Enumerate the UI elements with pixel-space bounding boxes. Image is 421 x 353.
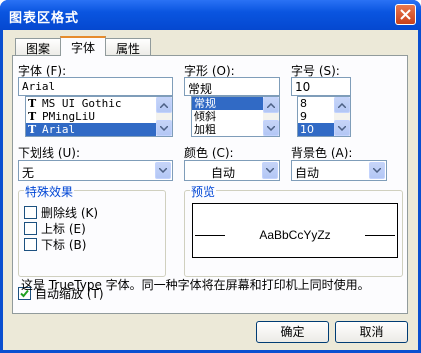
subscript-checkbox[interactable]: 下标 (B) [24, 236, 86, 253]
color-select[interactable]: 自动 [184, 160, 280, 181]
tab-patterns[interactable]: 图案 [15, 38, 62, 56]
chevron-up-icon [267, 102, 275, 108]
list-item[interactable]: T PMingLiU [26, 110, 172, 123]
style-input[interactable]: 常规 [184, 77, 280, 96]
scroll-up-button[interactable] [334, 97, 350, 113]
preview-line [365, 235, 395, 236]
scrollbar[interactable] [263, 97, 279, 136]
effects-group-title: 特殊效果 [24, 183, 75, 200]
dialog-client: 图案 字体 属性 字体 (F): Arial T MS UI Gothic T PM… [3, 30, 418, 350]
preview-group: 预览 AaBbCcYyZz [184, 183, 403, 277]
chevron-down-icon [338, 125, 346, 131]
underline-value: 无 [22, 166, 35, 180]
chevron-down-icon [266, 168, 274, 173]
dropdown-button[interactable] [369, 162, 385, 179]
truetype-icon: T [28, 123, 37, 136]
scroll-up-button[interactable] [156, 97, 172, 113]
list-item[interactable]: T MS UI Gothic [26, 97, 172, 110]
effects-group: 特殊效果 删除线 (K) 上标 (E) 下标 (B) [18, 183, 166, 277]
preview-group-title: 预览 [190, 183, 217, 200]
color-label: 颜色 (C): [184, 146, 234, 160]
background-label: 背景色 (A): [291, 146, 353, 160]
cancel-button[interactable]: 取消 [335, 321, 408, 343]
size-input[interactable]: 10 [291, 77, 351, 96]
scroll-up-button[interactable] [263, 97, 279, 113]
scrollbar[interactable] [156, 97, 172, 136]
checkbox-box[interactable] [24, 206, 37, 219]
truetype-icon: T [28, 110, 37, 123]
color-value: 自动 [210, 166, 235, 180]
tab-strip: 图案 字体 属性 [15, 36, 152, 56]
close-icon [400, 9, 411, 20]
tab-properties[interactable]: 属性 [105, 38, 152, 56]
font-input[interactable]: Arial [18, 77, 173, 96]
chevron-down-icon [160, 125, 168, 131]
scroll-down-button[interactable] [156, 120, 172, 136]
list-item-selected[interactable]: T Arial [26, 123, 172, 136]
chevron-down-icon [373, 168, 381, 173]
dialog-title: 图表区格式 [9, 11, 80, 26]
checkbox-box[interactable] [24, 238, 37, 251]
background-value: 自动 [295, 166, 320, 180]
dropdown-button[interactable] [155, 162, 171, 179]
title-bar[interactable]: 图表区格式 [0, 0, 421, 30]
background-select[interactable]: 自动 [291, 160, 387, 181]
chevron-up-icon [160, 102, 168, 108]
scrollbar[interactable] [334, 97, 350, 136]
ok-button[interactable]: 确定 [256, 321, 329, 343]
font-info-text: 这是 TrueType 字体。同一种字体将在屏幕和打印机上同时使用。 [21, 278, 370, 292]
tab-font[interactable]: 字体 [60, 36, 107, 56]
underline-select[interactable]: 无 [18, 160, 173, 181]
scroll-down-button[interactable] [334, 120, 350, 136]
chevron-down-icon [159, 168, 167, 173]
underline-label: 下划线 (U): [18, 146, 81, 160]
chevron-down-icon [267, 125, 275, 131]
superscript-checkbox[interactable]: 上标 (E) [24, 220, 86, 237]
size-list[interactable]: 8 9 10 [297, 96, 351, 137]
truetype-icon: T [28, 97, 37, 110]
font-list[interactable]: T MS UI Gothic T PMingLiU T Arial [25, 96, 173, 137]
chevron-up-icon [338, 102, 346, 108]
style-list[interactable]: 常规 倾斜 加粗 [191, 96, 280, 137]
scroll-down-button[interactable] [263, 120, 279, 136]
strikethrough-checkbox[interactable]: 删除线 (K) [24, 204, 98, 221]
preview-box: AaBbCcYyZz [192, 203, 398, 258]
close-button[interactable] [395, 4, 416, 25]
dropdown-button[interactable] [262, 162, 278, 179]
dialog-window: 图表区格式 图案 字体 属性 字体 (F): Arial T MS UI Goth… [0, 0, 421, 353]
checkbox-box[interactable] [24, 222, 37, 235]
